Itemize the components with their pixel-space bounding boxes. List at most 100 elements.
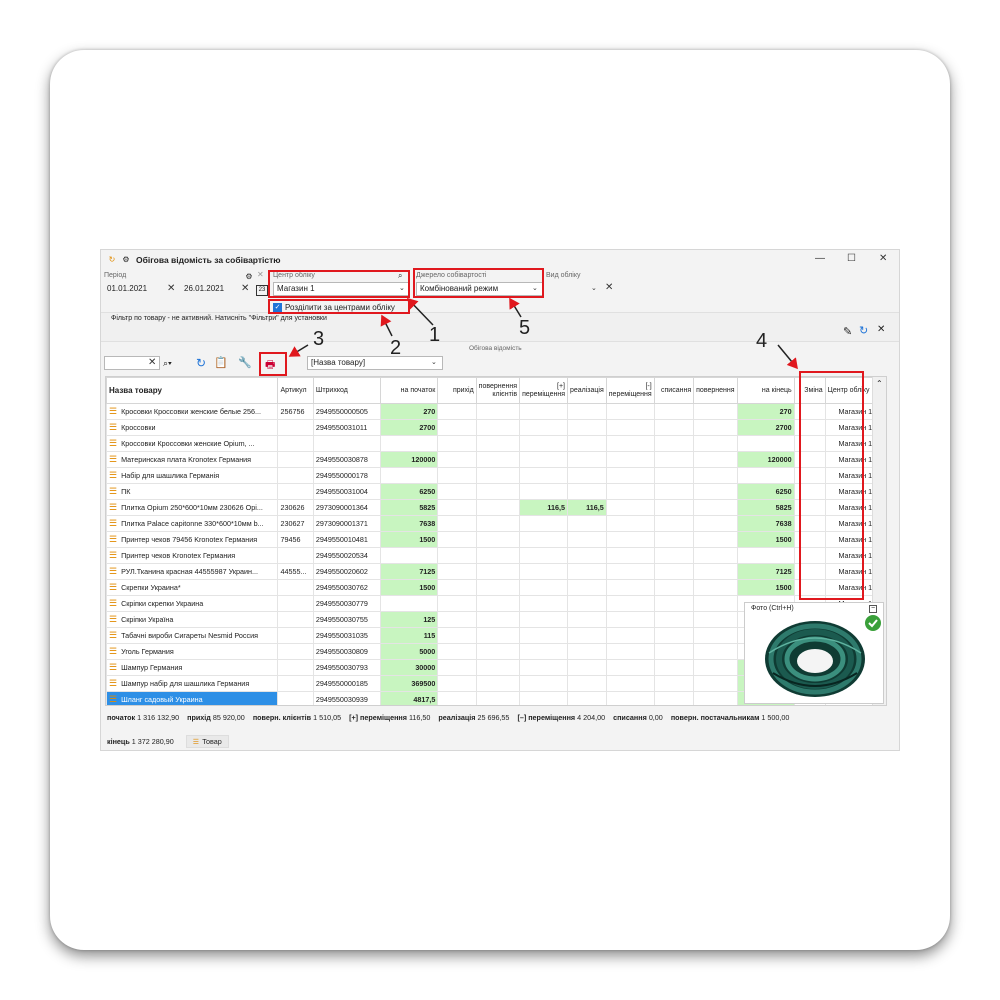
row-list-icon[interactable]: ☰ (109, 646, 117, 656)
row-list-icon[interactable]: ☰ (109, 438, 117, 448)
row-list-icon[interactable]: ☰ (109, 406, 117, 416)
table-row[interactable]: ☰ Плитка Palace capitonne 330*600*10мм b.… (106, 515, 886, 532)
start-cell: 1500 (379, 579, 439, 596)
row-list-icon[interactable]: ☰ (109, 662, 117, 672)
col-header[interactable]: Штрихкод (312, 377, 381, 404)
minimize-button[interactable]: — (815, 253, 825, 264)
clear-view-icon[interactable]: ✕ (605, 282, 613, 293)
tab-products[interactable]: ☰ Товар (185, 735, 229, 748)
row-list-icon[interactable]: ☰ (109, 678, 117, 688)
income-cell (437, 467, 477, 484)
move-out-cell (605, 467, 655, 484)
search-options-icon[interactable]: ⌕▾ (163, 358, 172, 369)
row-list-icon[interactable]: ☰ (109, 598, 117, 608)
date-to-field[interactable]: 26.01.2021 (181, 283, 237, 297)
row-list-icon[interactable]: ☰ (109, 422, 117, 432)
col-header[interactable]: на кінець (736, 377, 795, 404)
row-list-icon[interactable]: ☰ (109, 630, 117, 640)
move-out-cell (605, 595, 655, 612)
row-list-icon[interactable]: ☰ (109, 454, 117, 464)
table-row[interactable]: ☰ Материнская плата Kronotex Германия 2949… (106, 451, 886, 468)
supplier-return-cell (693, 627, 738, 644)
start-cell: 270 (379, 403, 439, 420)
table-row[interactable]: ☰ Принтер чеков 79456 Kronotex Германия 79… (106, 531, 886, 548)
row-list-icon[interactable]: ☰ (109, 502, 117, 512)
table-row[interactable]: ☰ Кроссовки 2949550031011 2700 2700 Магазин 1 (106, 419, 886, 436)
col-header[interactable]: повернення клієнтів (475, 377, 521, 404)
table-row[interactable]: ☰ Кроссовки Кроссовки женские Оріum, ... М… (106, 435, 886, 452)
calendar-icon[interactable]: 23 (256, 285, 268, 296)
col-header[interactable]: на початок (379, 377, 439, 404)
clear-date-from-icon[interactable]: ✕ (167, 283, 175, 294)
article-cell (277, 595, 314, 612)
table-row[interactable]: ☰ Принтер чеков Kronotex Германия 29495500… (106, 547, 886, 564)
article-cell (277, 579, 314, 596)
move-out-cell (605, 483, 655, 500)
row-list-icon[interactable]: ☰ (109, 470, 117, 480)
chevron-down-icon[interactable]: ⌄ (431, 358, 437, 366)
end-cell: 270 (736, 403, 795, 420)
product-name-cell: ☰ Шампур Германия (106, 659, 279, 676)
table-row[interactable]: ☰ Кросовки Кроссовки женские белые 256...… (106, 403, 886, 420)
start-cell: 115 (379, 627, 439, 644)
supplier-return-cell (693, 451, 738, 468)
clear-period-icon[interactable]: ✕ (257, 270, 264, 279)
chevron-down-icon[interactable]: ⌄ (591, 284, 597, 292)
row-list-icon[interactable]: ☰ (109, 550, 117, 560)
collapse-icon[interactable]: − (869, 605, 877, 613)
barcode-cell: 2949550000178 (312, 467, 381, 484)
col-header[interactable]: [+] переміщення (519, 377, 568, 404)
income-cell (437, 691, 477, 705)
table-row[interactable]: ☰ Набір для шашлика Германія 2949550000178… (106, 467, 886, 484)
move-in-cell (519, 451, 568, 468)
table-row[interactable]: ☰ ПК 2949550031004 6250 6250 Магазин 1 (106, 483, 886, 500)
product-name: Набір для шашлика Германія (121, 471, 220, 480)
income-cell (437, 531, 477, 548)
start-cell: 5000 (379, 643, 439, 660)
barcode-cell: 2949550030779 (312, 595, 381, 612)
group-select[interactable]: [Назва товару] (307, 356, 443, 370)
product-name-cell: ☰ Кросовки Кроссовки женские белые 256... (106, 403, 279, 420)
col-header[interactable]: повернення (693, 377, 738, 404)
row-list-icon[interactable]: ☰ (109, 614, 117, 624)
refresh-icon[interactable]: ↻ (196, 356, 206, 370)
col-header[interactable]: прихід (437, 377, 477, 404)
edit-icon[interactable]: ✎ (843, 325, 852, 338)
close-button[interactable]: ✕ (879, 253, 887, 264)
row-list-icon[interactable]: ☰ (109, 694, 117, 704)
start-cell (379, 547, 439, 564)
table-row[interactable]: ☰ Плитка Opium 250*600*10мм 230626 Орі...… (106, 499, 886, 516)
scroll-up-icon[interactable]: ⌃ (876, 379, 883, 388)
col-header[interactable]: Назва товару (106, 377, 279, 404)
sale-cell (566, 579, 607, 596)
table-row[interactable]: ☰ РУЛ.Тканина красная 44555987 Украин... 4… (106, 563, 886, 580)
col-header[interactable]: списання (653, 377, 695, 404)
supplier-return-cell (693, 643, 738, 660)
maximize-button[interactable]: ☐ (847, 253, 856, 264)
total-value: 25 696,55 (477, 713, 510, 722)
date-from-field[interactable]: 01.01.2021 (104, 283, 164, 297)
clear-search-icon[interactable]: ✕ (148, 357, 156, 368)
row-list-icon[interactable]: ☰ (109, 486, 117, 496)
col-header[interactable]: [-] переміщення (605, 377, 655, 404)
gear-icon[interactable]: ⚙ (120, 254, 132, 266)
table-row[interactable]: ☰ Скрепки Украина* 2949550030762 1500 1500 Ма… (106, 579, 886, 596)
row-list-icon[interactable]: ☰ (109, 534, 117, 544)
col-header[interactable]: реалізація (566, 377, 607, 404)
row-list-icon[interactable]: ☰ (109, 582, 117, 592)
close-filter-icon[interactable]: ✕ (877, 324, 885, 335)
clear-date-to-icon[interactable]: ✕ (241, 283, 249, 294)
row-list-icon[interactable]: ☰ (109, 566, 117, 576)
refresh-icon[interactable]: ↻ (859, 324, 868, 337)
move-in-cell (519, 659, 568, 676)
col-header[interactable]: Артикул (277, 377, 314, 404)
row-list-icon[interactable]: ☰ (109, 518, 117, 528)
barcode-cell: 2949550030793 (312, 659, 381, 676)
tools-icon[interactable]: 🔧 (238, 356, 252, 369)
product-name-cell: ☰ Принтер чеков 79456 Kronotex Германия (106, 531, 279, 548)
clipboard-icon[interactable]: 📋 (214, 356, 228, 369)
gear-icon[interactable]: ⚙ (243, 271, 255, 283)
end-cell: 2700 (736, 419, 795, 436)
end-cell: 6250 (736, 483, 795, 500)
supplier-return-cell (693, 403, 738, 420)
